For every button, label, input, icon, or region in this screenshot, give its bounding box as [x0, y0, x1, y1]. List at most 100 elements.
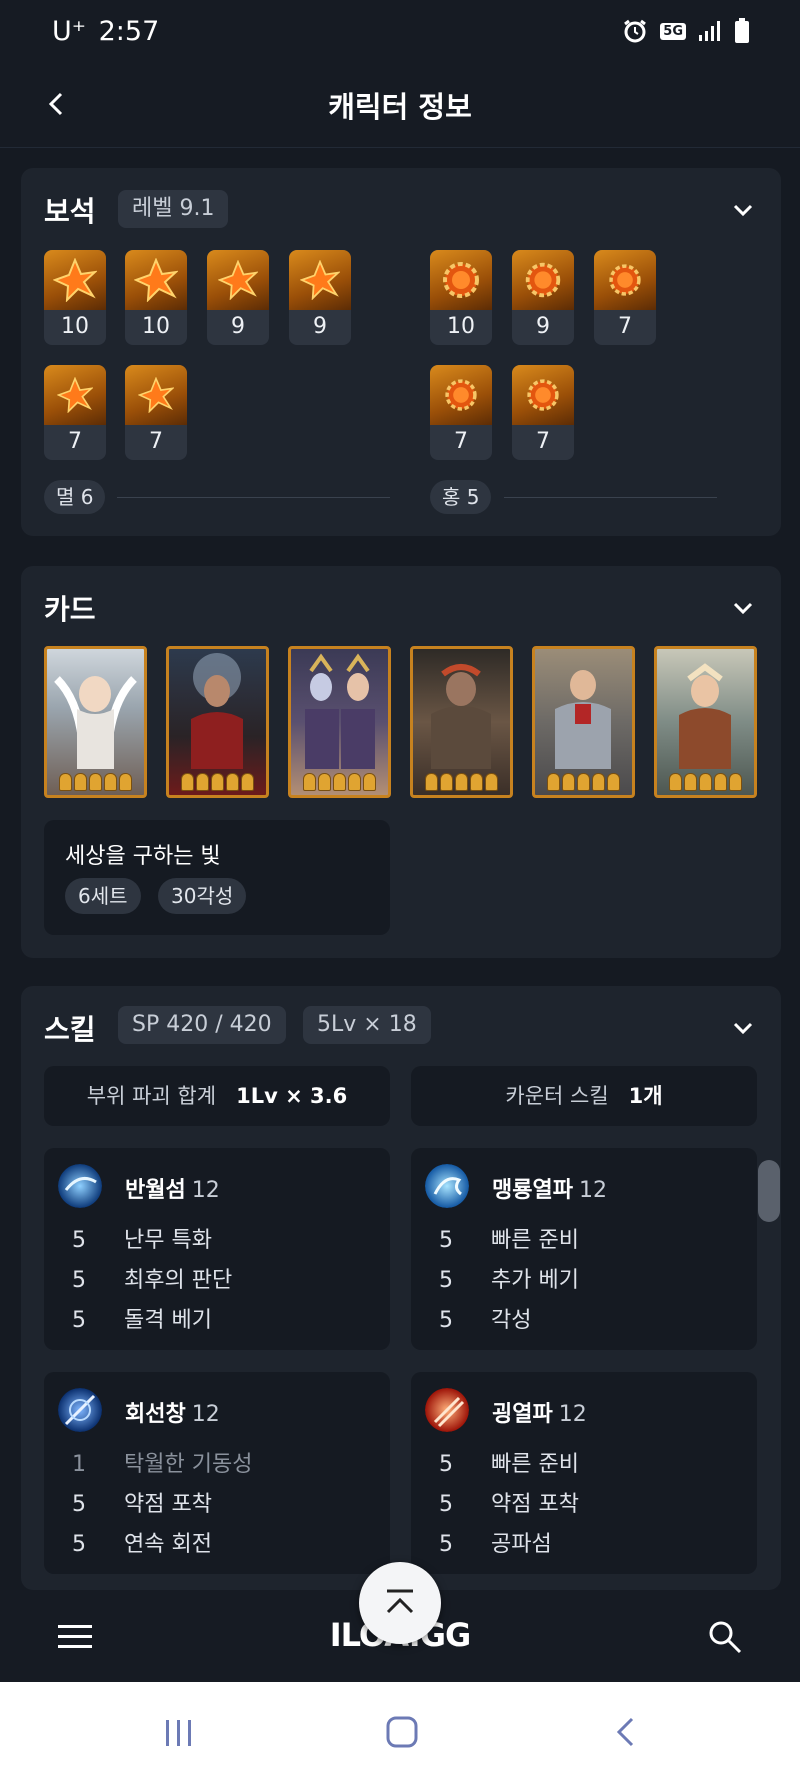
gems-title: 보석: [44, 195, 96, 228]
tripod-name: 난무 특화: [124, 1228, 212, 1253]
tripod-row: 5 빠른 준비: [439, 1222, 739, 1254]
gem-tile[interactable]: 9: [207, 250, 269, 345]
tripod-row: 5 돌격 베기: [72, 1302, 372, 1334]
tripod-row: 5 빠른 준비: [439, 1446, 739, 1478]
annihilation-gem-icon: [57, 377, 93, 413]
gem-tile[interactable]: 7: [512, 365, 574, 460]
skill-name: 굉열파 12: [492, 1396, 587, 1428]
skill-card[interactable]: 굉열파 12 5 빠른 준비 5 약점 포착 5 공파섬: [411, 1372, 757, 1574]
counter-skill-summary: 카운터 스킬 1개: [411, 1066, 757, 1126]
gem-tile[interactable]: 7: [594, 250, 656, 345]
scrollbar-thumb[interactable]: [758, 1160, 780, 1222]
gem-level: 7: [618, 314, 632, 339]
sp-badge: SP 420 / 420: [118, 1006, 286, 1044]
crimson-flame-gem-icon: [445, 379, 477, 411]
crimson-flame-gem-icon: [527, 379, 559, 411]
tripod-level: 5: [72, 1532, 86, 1557]
gem-tile[interactable]: 7: [430, 365, 492, 460]
recent-apps-icon[interactable]: [164, 1718, 194, 1748]
skill-name-text: 굉열파: [492, 1402, 553, 1427]
chevron-up-icon: [386, 1589, 414, 1614]
awakening-gems: [169, 773, 266, 791]
tripod-level: 5: [439, 1308, 453, 1333]
card-art-knight: [555, 670, 611, 769]
card-tile[interactable]: [288, 646, 391, 798]
card-art-twins: [305, 653, 375, 769]
network-icon: 5G: [660, 22, 686, 40]
awakening-gems: [291, 773, 388, 791]
gem-tile[interactable]: 10: [44, 250, 106, 345]
home-icon[interactable]: [386, 1716, 418, 1748]
tripod-row: 5 각성: [439, 1302, 739, 1334]
gem-level-badge: 레벨 9.1: [118, 190, 229, 228]
skill-card[interactable]: 맹룡열파 12 5 빠른 준비 5 추가 베기 5 각성: [411, 1148, 757, 1350]
gem-level: 7: [68, 429, 82, 454]
skill-level-badge: 5Lv × 18: [303, 1006, 431, 1044]
tripod-row: 1 탁월한 기동성: [72, 1446, 372, 1478]
tripod-row: 5 공파섬: [439, 1526, 739, 1558]
crimson-gem-count: 홍 5: [430, 480, 492, 514]
tripod-name: 최후의 판단: [124, 1268, 233, 1293]
gem-tile[interactable]: 7: [125, 365, 187, 460]
half-moon-slash-icon: [58, 1164, 102, 1208]
skill-name-text: 반월섬: [125, 1178, 186, 1203]
gem-tile[interactable]: 7: [44, 365, 106, 460]
crimson-flame-gem-icon: [609, 264, 641, 296]
card-tile[interactable]: [532, 646, 635, 798]
annihilation-gem-icon: [134, 258, 178, 302]
card-set-count-tag: 6세트: [65, 878, 141, 914]
annihilation-gem-count: 멸 6: [44, 480, 106, 514]
gem-tile[interactable]: 10: [430, 250, 492, 345]
crimson-flame-gem-icon: [443, 262, 479, 298]
battery-icon: [735, 18, 749, 43]
card-tile[interactable]: [654, 646, 757, 798]
status-left: U⁺ 2:57: [52, 16, 159, 47]
awakening-gems: [413, 773, 510, 791]
chevron-down-icon[interactable]: [731, 1016, 755, 1040]
tripod-level: 5: [439, 1268, 453, 1293]
tripod-row: 5 연속 회전: [72, 1526, 372, 1558]
chevron-down-icon[interactable]: [731, 596, 755, 620]
annihilation-gem-icon: [53, 258, 97, 302]
tripod-row: 5 약점 포착: [439, 1486, 739, 1518]
card-tile[interactable]: [166, 646, 269, 798]
skill-card[interactable]: 반월섬 12 5 난무 특화 5 최후의 판단 5 돌격 베기: [44, 1148, 390, 1350]
skill-level: 12: [558, 1402, 587, 1427]
awakening-gems: [47, 773, 144, 791]
card-tile[interactable]: [410, 646, 513, 798]
card-art-warrior: [431, 664, 491, 769]
back-nav-icon[interactable]: [614, 1716, 636, 1748]
gem-level: 10: [61, 314, 89, 339]
tripod-level: 5: [439, 1452, 453, 1477]
gem-level: 7: [454, 429, 468, 454]
status-icons: 5G: [622, 18, 750, 44]
tripod-row: 5 약점 포착: [72, 1486, 372, 1518]
tripod-level: 5: [439, 1492, 453, 1517]
gem-tile[interactable]: 10: [125, 250, 187, 345]
skill-name-text: 맹룡열파: [492, 1178, 573, 1203]
card-art-angel: [54, 676, 137, 769]
part-break-label: 부위 파괴 합계: [86, 1084, 217, 1108]
search-icon[interactable]: [708, 1620, 742, 1654]
annihilation-gem-icon: [218, 260, 258, 300]
skill-card[interactable]: 회선창 12 1 탁월한 기동성 5 약점 포착 5 연속 회전: [44, 1372, 390, 1574]
gems-section: 보석 레벨 9.1 10 10 9 9 7 7 10 9 7 7 7 멸 6 홍…: [21, 168, 781, 536]
gem-level: 9: [536, 314, 550, 339]
tripod-name: 빠른 준비: [491, 1228, 579, 1253]
card-set-name: 세상을 구하는 빛: [65, 844, 221, 869]
tripod-name: 연속 회전: [124, 1532, 212, 1557]
card-tile[interactable]: [44, 646, 147, 798]
card-art-priest: [191, 653, 243, 769]
tripod-level: 1: [72, 1452, 86, 1477]
gem-tile[interactable]: 9: [512, 250, 574, 345]
page-title: 캐릭터 정보: [328, 90, 472, 124]
skill-name-text: 회선창: [125, 1402, 186, 1427]
gem-tile[interactable]: 9: [289, 250, 351, 345]
scroll-to-top-button[interactable]: [359, 1562, 441, 1644]
part-break-summary: 부위 파괴 합계 1Lv × 3.6: [44, 1066, 390, 1126]
chevron-down-icon[interactable]: [731, 198, 755, 222]
gem-level: 10: [142, 314, 170, 339]
status-bar: U⁺ 2:57 5G: [0, 0, 800, 62]
divider: [504, 497, 717, 498]
cards-title: 카드: [44, 593, 96, 626]
